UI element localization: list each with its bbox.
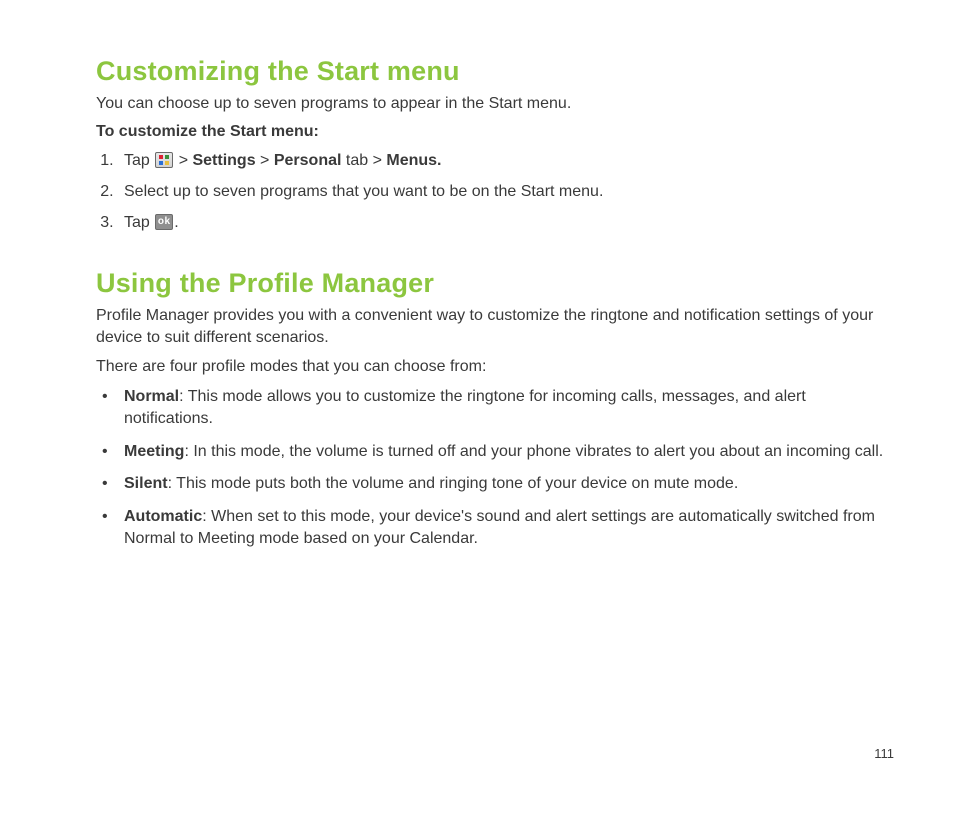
- section-profile-manager: Using the Profile Manager Profile Manage…: [96, 268, 894, 550]
- intro-text: Profile Manager provides you with a conv…: [96, 305, 894, 348]
- list-item: Silent: This mode puts both the volume a…: [96, 473, 894, 495]
- mode-name: Silent: [124, 475, 168, 492]
- settings-label: Settings: [192, 152, 255, 169]
- period: .: [174, 214, 178, 231]
- menus-label: Menus.: [386, 152, 441, 169]
- steps-list: Tap > Settings > Personal tab > Menus. S…: [96, 149, 894, 235]
- document-page: Customizing the Start menu You can choos…: [0, 0, 954, 823]
- sub-heading: To customize the Start menu:: [96, 123, 894, 141]
- tab-text: tab >: [341, 152, 386, 169]
- mode-desc: : This mode allows you to customize the …: [124, 388, 806, 427]
- section-customizing-start-menu: Customizing the Start menu You can choos…: [96, 56, 894, 234]
- mode-name: Meeting: [124, 443, 184, 460]
- start-icon: [155, 152, 173, 168]
- section-heading: Using the Profile Manager: [96, 268, 894, 299]
- ok-icon: [155, 214, 173, 230]
- list-item: Automatic: When set to this mode, your d…: [96, 506, 894, 551]
- mode-name: Automatic: [124, 508, 202, 525]
- mode-name: Normal: [124, 388, 179, 405]
- mode-desc: : This mode puts both the volume and rin…: [168, 475, 739, 492]
- mode-desc: : In this mode, the volume is turned off…: [184, 443, 883, 460]
- step-2: Select up to seven programs that you wan…: [118, 180, 894, 203]
- step-text: Tap: [124, 214, 154, 231]
- list-item: Meeting: In this mode, the volume is tur…: [96, 441, 894, 463]
- intro-text: There are four profile modes that you ca…: [96, 356, 894, 378]
- step-text: Tap: [124, 152, 154, 169]
- mode-desc: : When set to this mode, your device's s…: [124, 508, 875, 547]
- mode-list: Normal: This mode allows you to customiz…: [96, 386, 894, 550]
- list-item: Normal: This mode allows you to customiz…: [96, 386, 894, 431]
- page-number: 111: [874, 746, 894, 761]
- step-1: Tap > Settings > Personal tab > Menus.: [118, 149, 894, 172]
- personal-label: Personal: [274, 152, 342, 169]
- separator: >: [174, 152, 192, 169]
- separator: >: [256, 152, 274, 169]
- step-3: Tap .: [118, 211, 894, 234]
- intro-text: You can choose up to seven programs to a…: [96, 93, 894, 115]
- section-heading: Customizing the Start menu: [96, 56, 894, 87]
